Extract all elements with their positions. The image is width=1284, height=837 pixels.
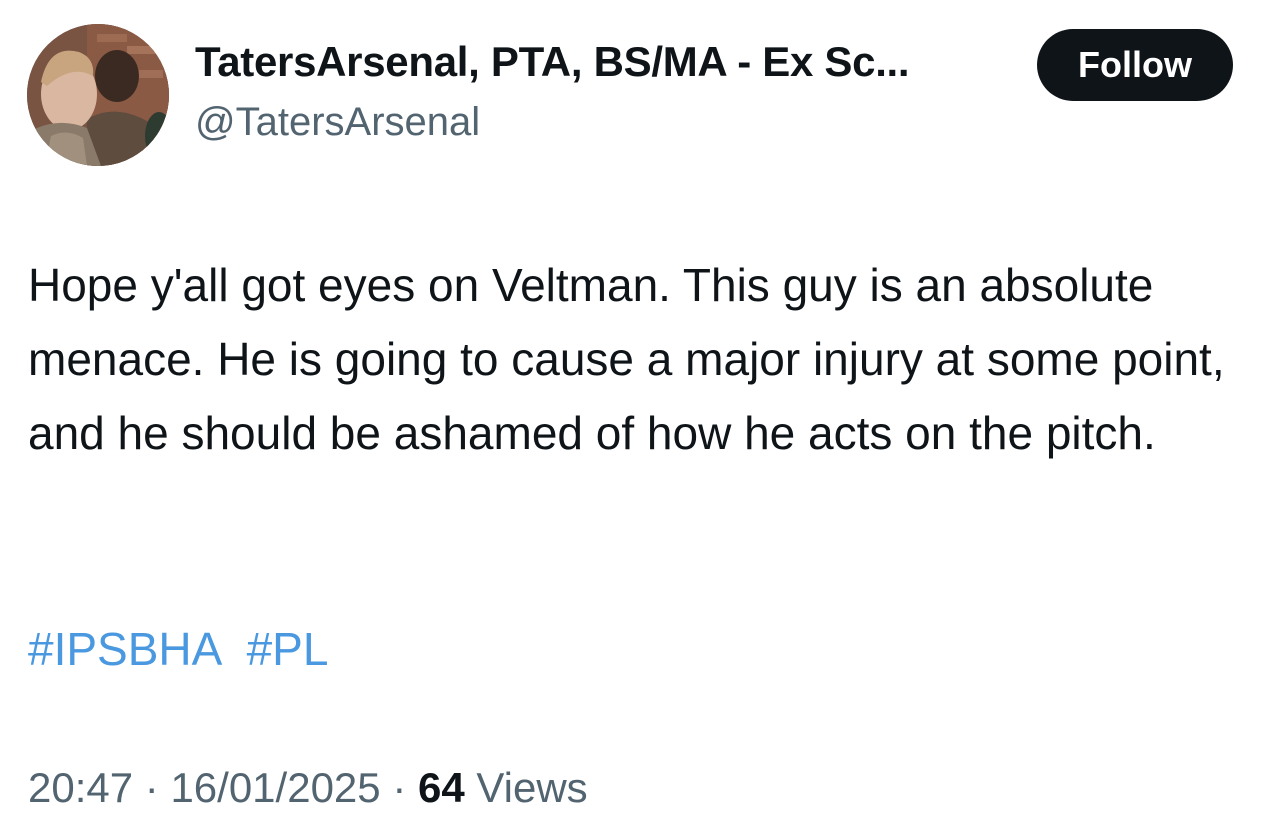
avatar[interactable] (27, 24, 169, 166)
hashtag-link[interactable]: #IPSBHA (28, 623, 220, 675)
meta-separator: · (133, 764, 171, 811)
author-display-name[interactable]: TatersArsenal, PTA, BS/MA - Ex Sc... (195, 38, 910, 86)
follow-button[interactable]: Follow (1037, 29, 1233, 101)
tweet: TatersArsenal, PTA, BS/MA - Ex Sc... @Ta… (0, 0, 1284, 837)
meta-separator: · (380, 764, 418, 811)
avatar-photo (27, 24, 169, 166)
tweet-text: Hope y'all got eyes on Veltman. This guy… (28, 259, 1225, 459)
views-count: 64 (417, 764, 465, 811)
tweet-time[interactable]: 20:47 (28, 764, 133, 811)
hashtag-link[interactable]: #PL (247, 623, 329, 675)
author-handle[interactable]: @TatersArsenal (195, 100, 480, 145)
tweet-meta: 20:47 · 16/01/2025 · 64 Views (28, 760, 588, 816)
tweet-hashtags: #IPSBHA #PL (28, 614, 328, 684)
tweet-date[interactable]: 16/01/2025 (170, 764, 380, 811)
views-label: Views (464, 764, 588, 811)
